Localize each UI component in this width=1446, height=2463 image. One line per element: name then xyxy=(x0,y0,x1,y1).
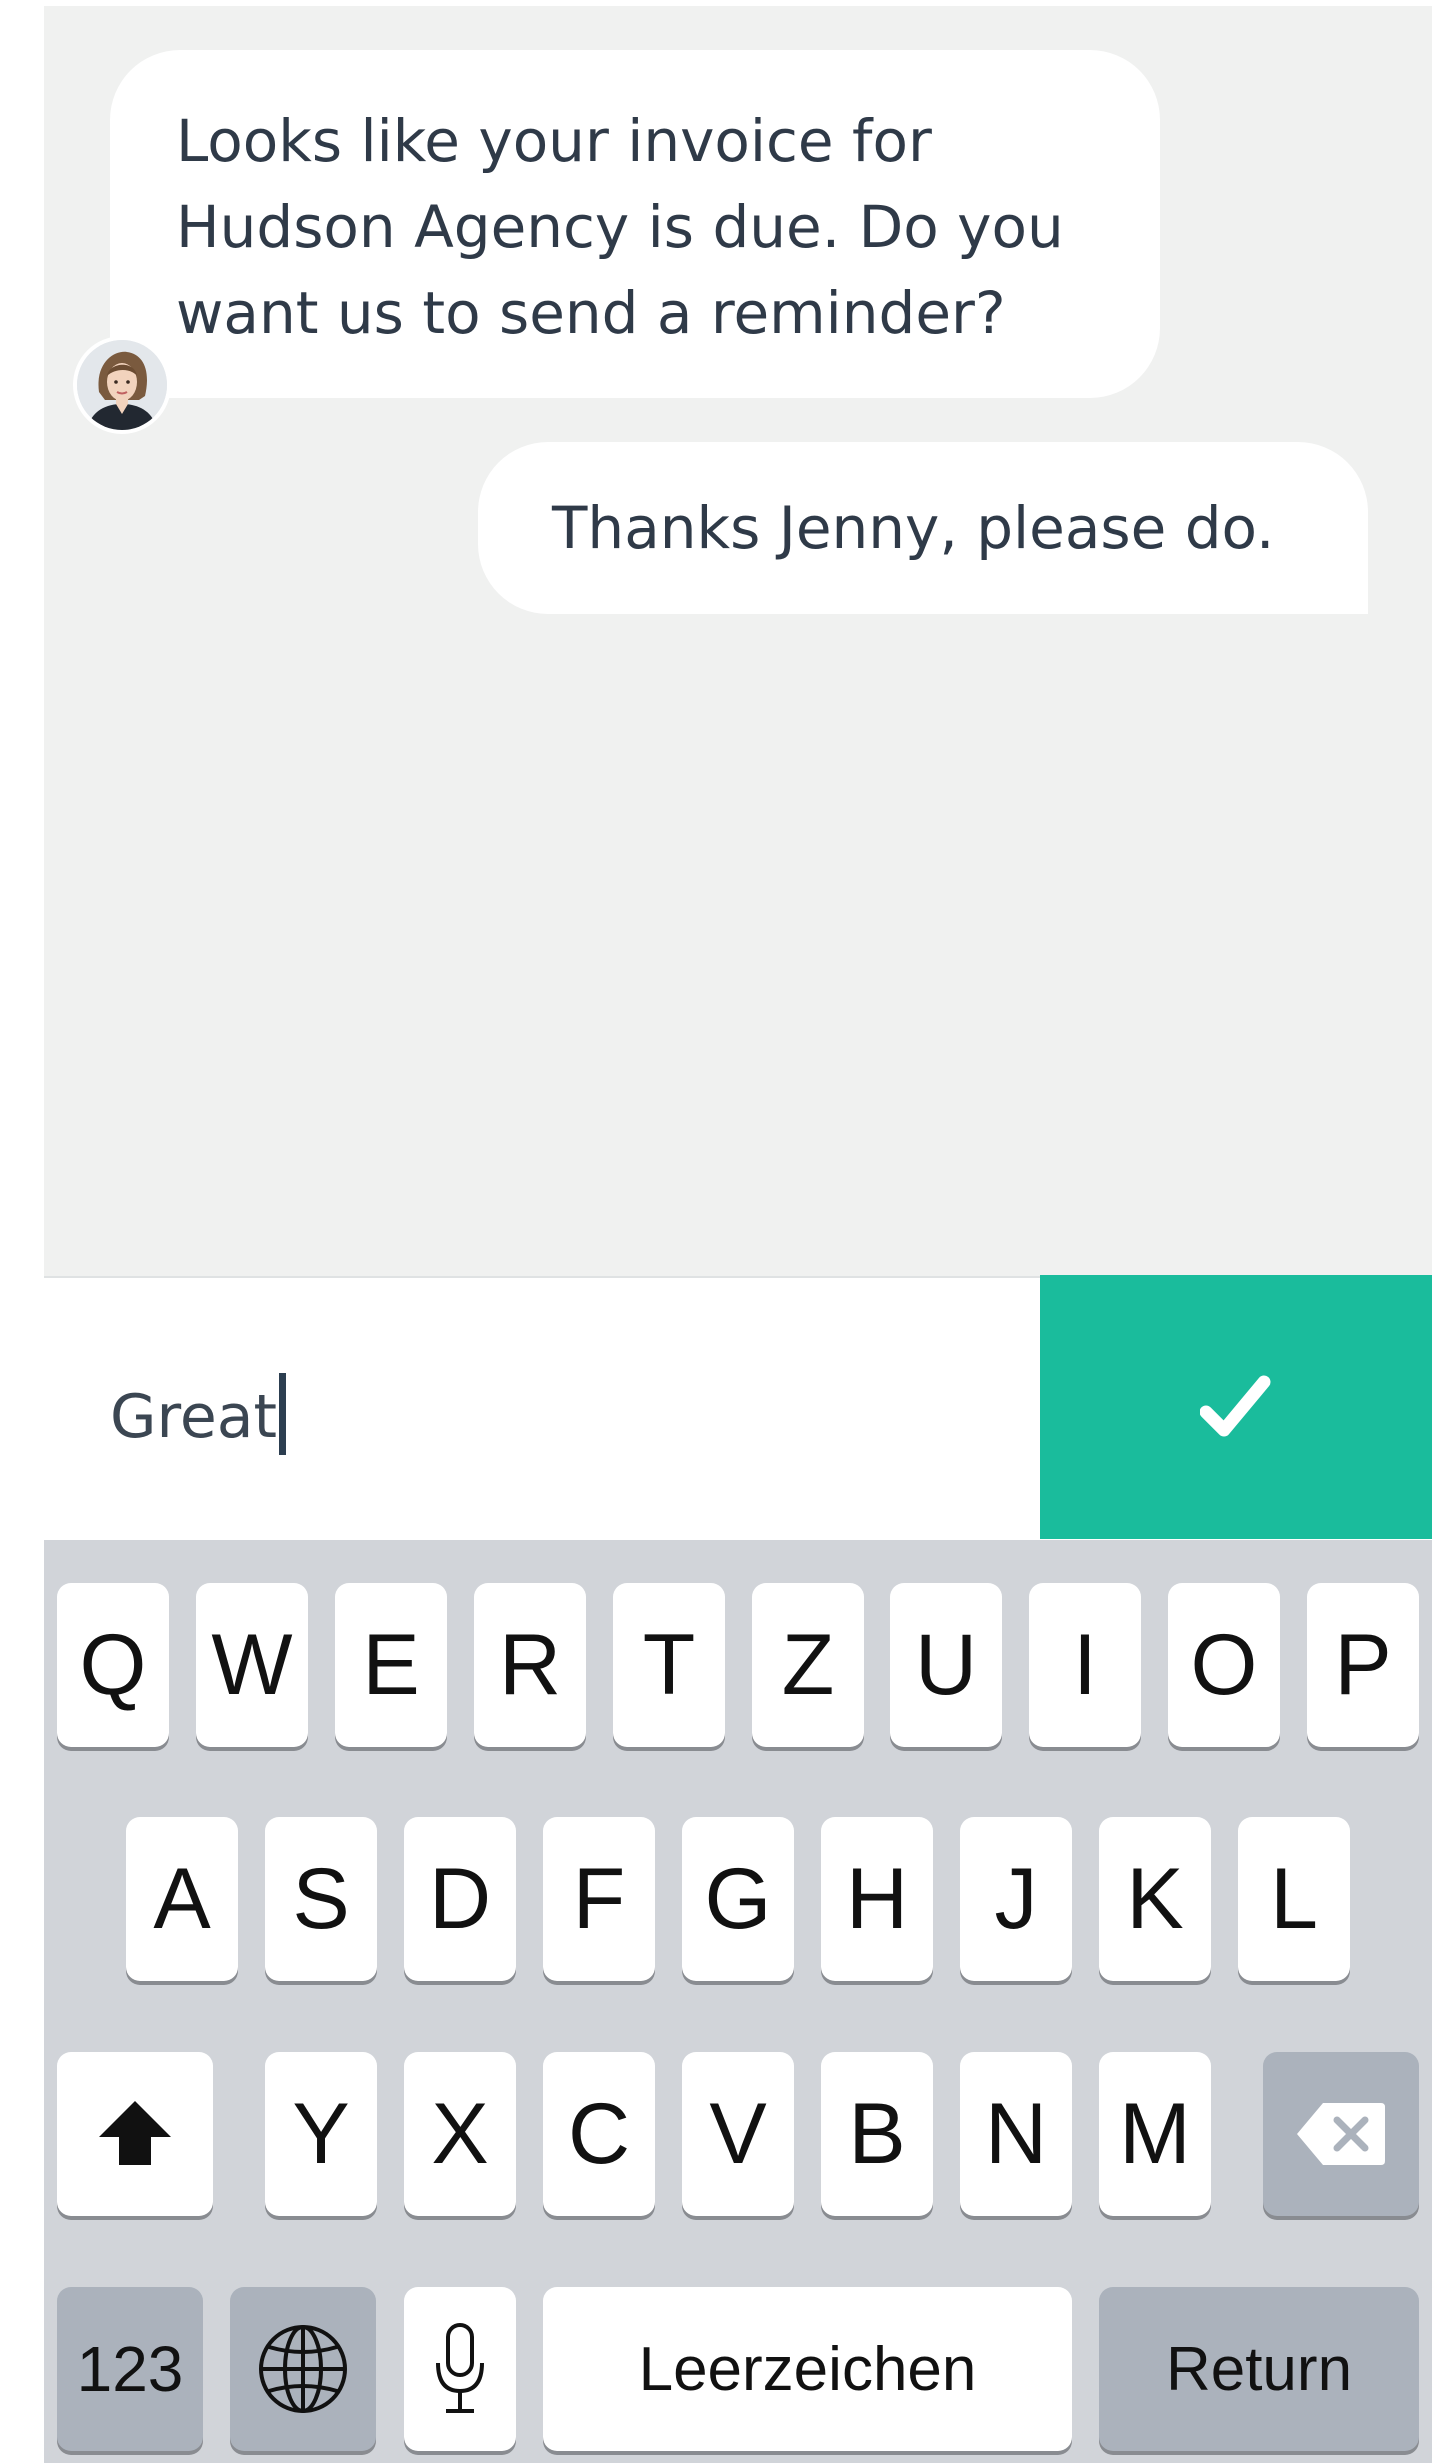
numbers-key[interactable]: 123 xyxy=(57,2287,203,2451)
onscreen-keyboard: Q W E R T Z U I O P A S D F G H J K L Y … xyxy=(44,1540,1432,2463)
dictation-key[interactable] xyxy=(404,2287,516,2451)
key-c[interactable]: C xyxy=(543,2052,655,2216)
key-k[interactable]: K xyxy=(1099,1817,1211,1981)
key-p[interactable]: P xyxy=(1307,1583,1419,1747)
key-y[interactable]: Y xyxy=(265,2052,377,2216)
key-j[interactable]: J xyxy=(960,1817,1072,1981)
key-n[interactable]: N xyxy=(960,2052,1072,2216)
incoming-message: Looks like your invoice for Hudson Agenc… xyxy=(110,50,1160,398)
backspace-icon xyxy=(1297,2103,1385,2165)
shift-icon xyxy=(99,2101,171,2165)
chat-screen: Looks like your invoice for Hudson Agenc… xyxy=(44,6,1432,2463)
delete-key[interactable] xyxy=(1263,2052,1419,2216)
key-s[interactable]: S xyxy=(265,1817,377,1981)
outgoing-message: Thanks Jenny, please do. xyxy=(478,442,1368,614)
key-z[interactable]: Z xyxy=(752,1583,864,1747)
space-key[interactable]: Leerzeichen xyxy=(543,2287,1072,2451)
globe-icon xyxy=(259,2325,347,2413)
key-h[interactable]: H xyxy=(821,1817,933,1981)
key-a[interactable]: A xyxy=(126,1817,238,1981)
message-input-text: Great xyxy=(110,1382,278,1452)
message-input[interactable]: Great xyxy=(110,1372,1010,1462)
key-g[interactable]: G xyxy=(682,1817,794,1981)
message-composer: Great xyxy=(44,1275,1432,1540)
key-e[interactable]: E xyxy=(335,1583,447,1747)
send-button[interactable] xyxy=(1040,1275,1432,1539)
return-key[interactable]: Return xyxy=(1099,2287,1419,2451)
key-d[interactable]: D xyxy=(404,1817,516,1981)
shift-key[interactable] xyxy=(57,2052,213,2216)
message-line: want us to send a reminder? xyxy=(176,279,1006,347)
message-line: Hudson Agency is due. Do you xyxy=(176,193,1064,261)
key-w[interactable]: W xyxy=(196,1583,308,1747)
agent-avatar[interactable] xyxy=(77,340,167,430)
message-line: Looks like your invoice for xyxy=(176,107,932,175)
key-i[interactable]: I xyxy=(1029,1583,1141,1747)
microphone-icon xyxy=(436,2323,484,2413)
key-r[interactable]: R xyxy=(474,1583,586,1747)
key-f[interactable]: F xyxy=(543,1817,655,1981)
text-caret xyxy=(279,1373,287,1456)
conversation-area[interactable]: Looks like your invoice for Hudson Agenc… xyxy=(44,6,1432,1276)
avatar-portrait-icon xyxy=(77,340,167,430)
key-t[interactable]: T xyxy=(613,1583,725,1747)
key-b[interactable]: B xyxy=(821,2052,933,2216)
checkmark-icon xyxy=(1200,1375,1271,1437)
key-o[interactable]: O xyxy=(1168,1583,1280,1747)
key-m[interactable]: M xyxy=(1099,2052,1211,2216)
key-u[interactable]: U xyxy=(890,1583,1002,1747)
globe-key[interactable] xyxy=(230,2287,376,2451)
key-x[interactable]: X xyxy=(404,2052,516,2216)
key-q[interactable]: Q xyxy=(57,1583,169,1747)
key-l[interactable]: L xyxy=(1238,1817,1350,1981)
key-v[interactable]: V xyxy=(682,2052,794,2216)
